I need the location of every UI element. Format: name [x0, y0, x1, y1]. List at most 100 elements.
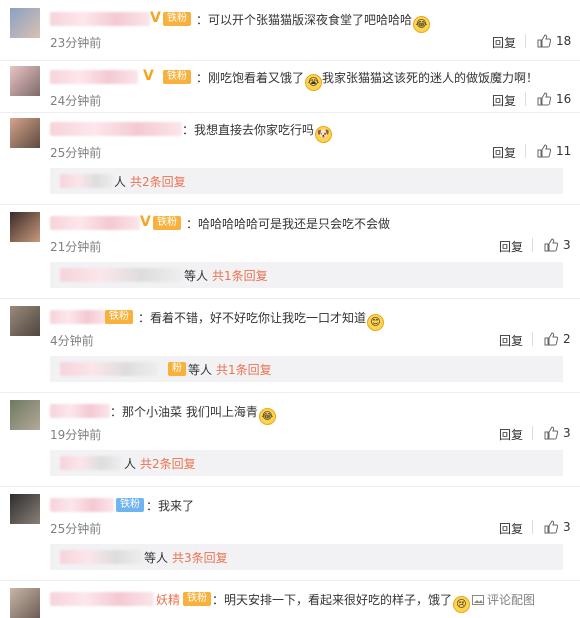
comment-text: ：明天安排一下，看起来很好吃的样子，饿了 😢	[212, 592, 471, 613]
divider	[525, 34, 526, 48]
fan-badge: 铁粉	[105, 310, 133, 324]
thumbs-up-icon	[537, 144, 552, 158]
sub-replies-bar[interactable]: 粉 等人 共1条回复	[50, 356, 563, 382]
sub-replies-bar[interactable]: 人共2条回复	[50, 450, 563, 476]
like-button[interactable]: 2	[544, 332, 571, 346]
divider	[532, 332, 533, 346]
like-button[interactable]: 16	[537, 92, 571, 106]
sub-reply-summary[interactable]: 等人 共1条回复	[184, 267, 268, 284]
fan-badge: 铁粉	[163, 70, 191, 84]
avatar[interactable]	[10, 66, 40, 96]
like-count: 2	[563, 332, 571, 346]
avatar[interactable]	[10, 8, 40, 38]
username-blurred[interactable]	[50, 70, 138, 84]
avatar[interactable]	[10, 212, 40, 242]
like-count: 11	[556, 144, 572, 158]
timestamp: 24分钟前	[50, 94, 102, 108]
sub-replies-bar[interactable]: 等人 共3条回复	[50, 544, 563, 570]
thumbs-up-icon	[537, 34, 552, 48]
reply-button[interactable]: 回复	[499, 520, 523, 537]
sub-reply-users-blurred	[60, 268, 182, 282]
comment-text: ：可以开个张猫猫版深夜食堂了吧哈哈哈 😂	[196, 12, 431, 33]
smile-emoji-icon: 😊	[367, 314, 385, 331]
image-icon	[472, 595, 484, 605]
thumbs-up-icon	[544, 520, 559, 534]
timestamp: 25分钟前	[50, 522, 102, 536]
fan-badge: 铁粉	[163, 12, 191, 26]
sub-reply-summary[interactable]: 等人 共3条回复	[144, 549, 228, 566]
username-blurred[interactable]	[50, 310, 106, 324]
fan-badge: 铁粉	[153, 216, 181, 230]
timestamp: 21分钟前	[50, 240, 102, 254]
reply-button[interactable]: 回复	[492, 144, 516, 161]
reply-button[interactable]: 回复	[499, 332, 523, 349]
username-blurred[interactable]	[50, 498, 114, 512]
sub-reply-users-blurred	[60, 362, 158, 376]
crying-emoji-icon: 😢	[453, 596, 471, 613]
like-button[interactable]: 11	[537, 144, 571, 158]
reply-button[interactable]: 回复	[492, 34, 516, 51]
thumbs-up-icon	[544, 238, 559, 252]
divider	[0, 486, 580, 487]
laugh-emoji-icon: 😂	[258, 408, 276, 425]
avatar[interactable]	[10, 494, 40, 524]
sub-reply-users-blurred	[60, 456, 122, 470]
timestamp: 19分钟前	[50, 428, 102, 442]
vip-icon: V	[150, 10, 161, 26]
like-button[interactable]: 3	[544, 426, 571, 440]
like-count: 3	[563, 520, 571, 534]
comment-text: ：那个小油菜 我们叫上海青 😂	[110, 404, 276, 425]
divider	[0, 204, 580, 205]
divider	[532, 520, 533, 534]
thumbs-up-icon	[537, 92, 552, 106]
username-blurred[interactable]	[50, 122, 182, 136]
sub-reply-summary[interactable]: 人共2条回复	[114, 173, 186, 190]
vip-icon: V	[143, 68, 154, 84]
username-blurred[interactable]	[50, 12, 150, 26]
like-button[interactable]: 3	[544, 238, 571, 252]
username-blurred[interactable]	[50, 216, 140, 230]
timestamp: 4分钟前	[50, 334, 94, 348]
like-count: 3	[563, 238, 571, 252]
divider	[525, 144, 526, 158]
crying-laugh-emoji-icon: 😭	[305, 74, 323, 91]
timestamp: 25分钟前	[50, 146, 102, 160]
sub-reply-users-blurred	[60, 550, 144, 564]
divider	[0, 60, 580, 61]
avatar[interactable]	[10, 400, 40, 430]
divider	[0, 392, 580, 393]
like-count: 3	[563, 426, 571, 440]
reply-button[interactable]: 回复	[499, 238, 523, 255]
reply-button[interactable]: 回复	[492, 92, 516, 109]
divider	[0, 112, 580, 113]
like-count: 18	[556, 34, 572, 48]
sub-replies-bar[interactable]: 等人 共1条回复	[50, 262, 563, 288]
comment-text: ：我来了	[146, 499, 195, 513]
divider	[532, 426, 533, 440]
like-button[interactable]: 18	[537, 34, 571, 48]
like-button[interactable]: 3	[544, 520, 571, 534]
divider	[0, 580, 580, 581]
avatar[interactable]	[10, 306, 40, 336]
username-blurred[interactable]	[50, 404, 110, 418]
sub-replies-bar[interactable]: 人共2条回复	[50, 168, 563, 194]
thumbs-up-icon	[544, 426, 559, 440]
sub-reply-users-blurred	[60, 174, 114, 188]
username-tail[interactable]: 妖精	[156, 592, 180, 608]
divider	[532, 238, 533, 252]
comment-text: ：刚吃饱看着又饿了 😭 我家张猫猫这该死的迷人的做饭魔力啊！	[196, 70, 538, 91]
sub-reply-summary[interactable]: 等人 共1条回复	[188, 361, 272, 378]
avatar[interactable]	[10, 588, 40, 618]
avatar[interactable]	[10, 118, 40, 148]
dog-emoji-icon: 🐶	[315, 126, 333, 143]
thumbs-up-icon	[544, 332, 559, 346]
divider	[0, 298, 580, 299]
fan-badge: 铁粉	[183, 592, 211, 606]
fan-badge: 铁粉	[116, 498, 144, 512]
reply-button[interactable]: 回复	[499, 426, 523, 443]
sub-reply-summary[interactable]: 人共2条回复	[124, 455, 196, 472]
username-blurred[interactable]	[50, 592, 154, 606]
vip-icon: V	[140, 214, 151, 230]
laugh-emoji-icon: 😂	[413, 16, 431, 33]
comment-image-link[interactable]: 评论配图	[472, 592, 535, 608]
